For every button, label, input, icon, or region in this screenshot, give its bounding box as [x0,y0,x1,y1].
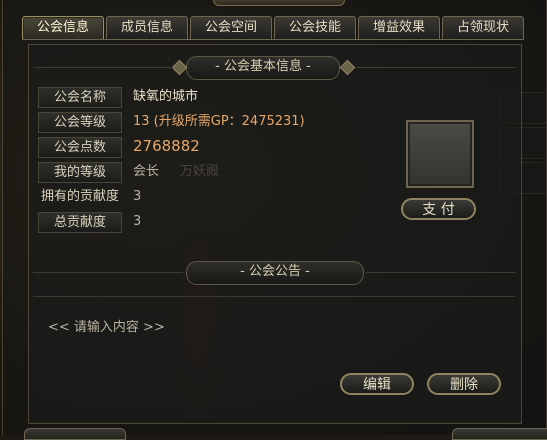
window-title-bar [213,0,345,6]
guild-emblem-slot[interactable] [406,120,474,188]
guild-tabs: 公会信息 成员信息 公会空间 公会技能 增益效果 占领现状 [22,16,527,40]
owned-contribution-value: 3 [133,189,142,204]
tab-member-info[interactable]: 成员信息 [106,16,188,39]
notice-input[interactable]: << 请输入内容 >> [48,316,165,335]
basic-info-title-text: - 公会基本信息 - [215,59,311,74]
guild-points-value: 2768882 [133,137,200,155]
basic-info-title: - 公会基本信息 - [186,56,340,80]
tab-buff-effects[interactable]: 增益效果 [358,16,440,39]
guild-level-value: 13 (升级所需GP：2475231) [133,114,305,129]
notice-title: - 公会公告 - [186,261,364,285]
divider [356,67,516,68]
delete-button[interactable]: 删除 [427,373,501,395]
guild-level-label: 公会等级 [38,112,122,133]
divider [366,272,516,273]
tab-divider [22,39,524,40]
tab-guild-skills[interactable]: 公会技能 [274,16,356,39]
my-rank-label: 我的等级 [38,162,122,183]
pay-button[interactable]: 支 付 [401,198,476,220]
divider [33,67,173,68]
background-name-tag: 万妖殿 [180,164,220,179]
tab-occupation-status[interactable]: 占领现状 [442,16,524,39]
notice-top-border [33,296,515,297]
total-contribution-label: 总贡献度 [38,212,122,233]
tab-guild-info[interactable]: 公会信息 [22,16,104,39]
bottom-tab-right [452,428,547,440]
owned-contribution-label: 拥有的贡献度 [40,189,119,204]
divider [33,272,183,273]
tab-guild-space[interactable]: 公会空间 [190,16,272,39]
guild-name-label: 公会名称 [38,87,122,108]
guild-points-label: 公会点数 [38,137,122,158]
notice-title-text: - 公会公告 - [240,264,310,279]
guild-name-value: 缺氧的城市 [133,89,199,104]
my-rank-value: 会长 [133,164,160,179]
bottom-tab-left [24,428,126,440]
edit-button[interactable]: 编辑 [340,373,414,395]
total-contribution-value: 3 [133,214,142,229]
